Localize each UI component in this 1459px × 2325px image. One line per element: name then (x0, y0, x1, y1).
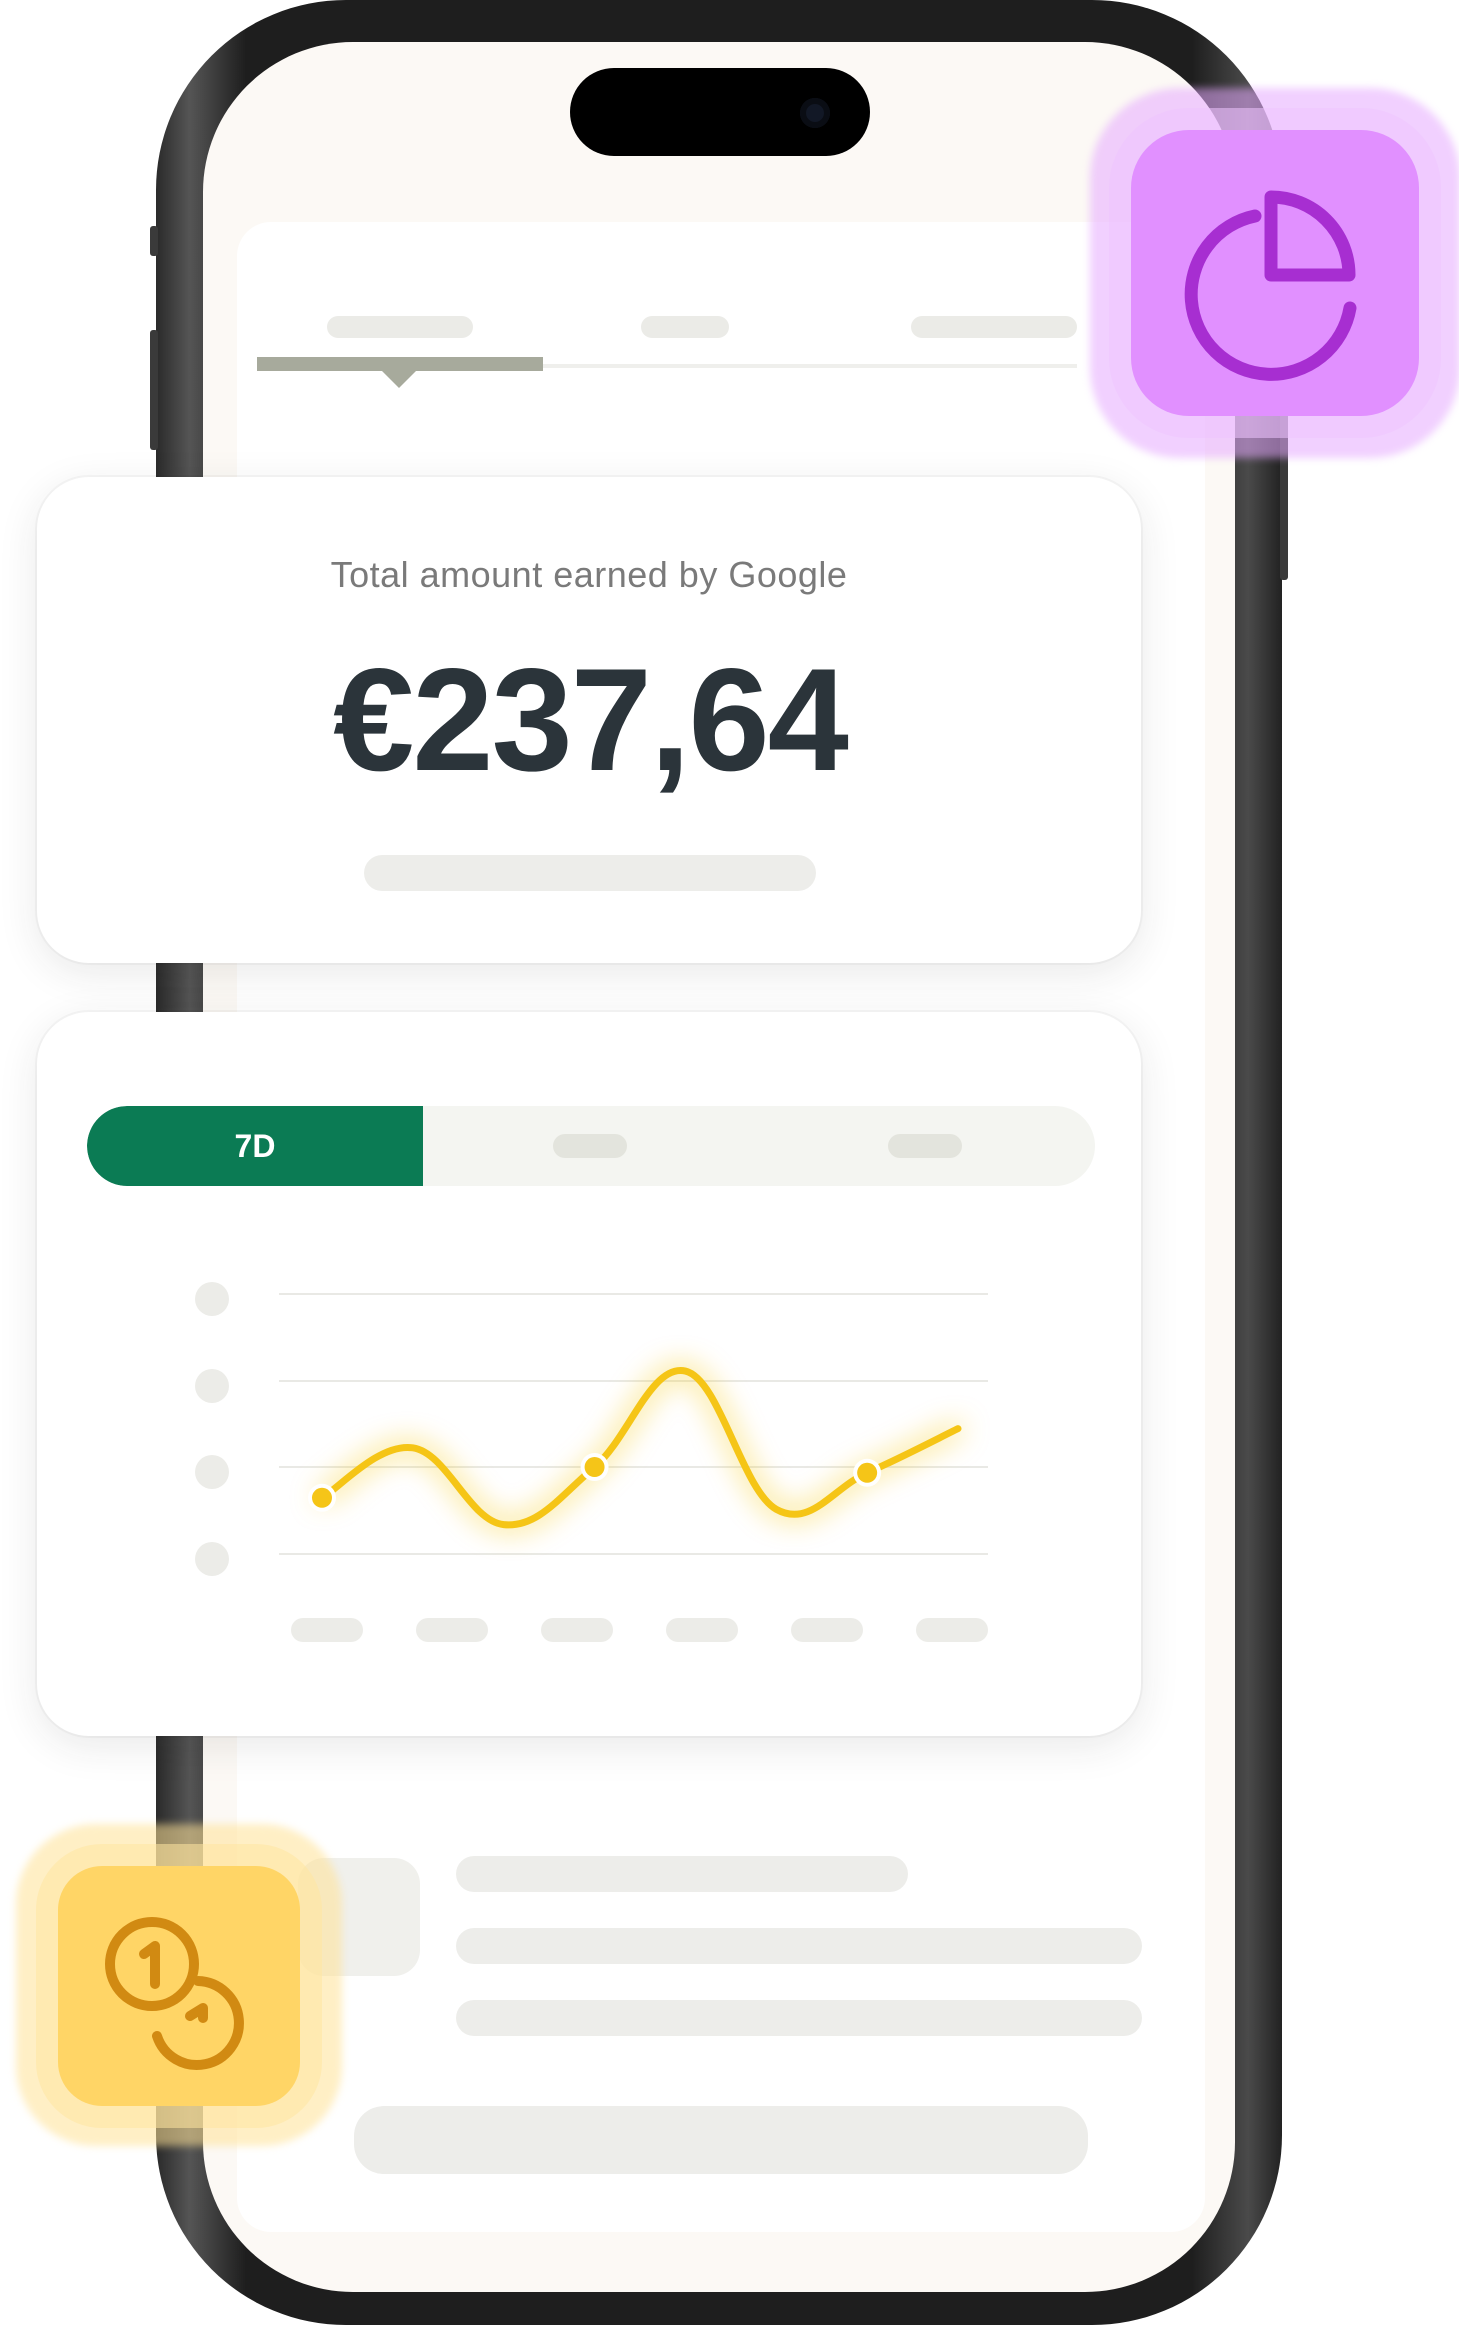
pie-chart-badge (1131, 130, 1419, 416)
series-line (318, 1367, 962, 1529)
data-point (857, 1462, 878, 1483)
data-point (312, 1487, 332, 1508)
y-tick-label-placeholder (195, 1369, 229, 1403)
app-promo-stage: Total amount earned by Google €237,64 7D (0, 0, 1459, 2325)
list-item-line-placeholder (456, 2000, 1142, 2036)
list-item-line-placeholder (456, 1928, 1142, 1964)
bottom-action-button[interactable] (354, 2106, 1088, 2174)
x-tick-label-placeholder (666, 1618, 738, 1642)
coins-icon (105, 1917, 244, 2070)
x-tick-label-placeholder (416, 1618, 488, 1642)
x-tick-label-placeholder (291, 1618, 363, 1642)
list-item-title-placeholder (456, 1856, 908, 1892)
data-point (584, 1457, 605, 1478)
x-tick-label-placeholder (541, 1618, 613, 1642)
x-tick-label-placeholder (916, 1618, 988, 1642)
pie-chart-icon (1184, 190, 1357, 381)
y-tick-label-placeholder (195, 1282, 229, 1316)
coins-badge (58, 1866, 300, 2106)
y-tick-label-placeholder (195, 1542, 229, 1576)
y-tick-label-placeholder (195, 1455, 229, 1489)
x-tick-label-placeholder (791, 1618, 863, 1642)
